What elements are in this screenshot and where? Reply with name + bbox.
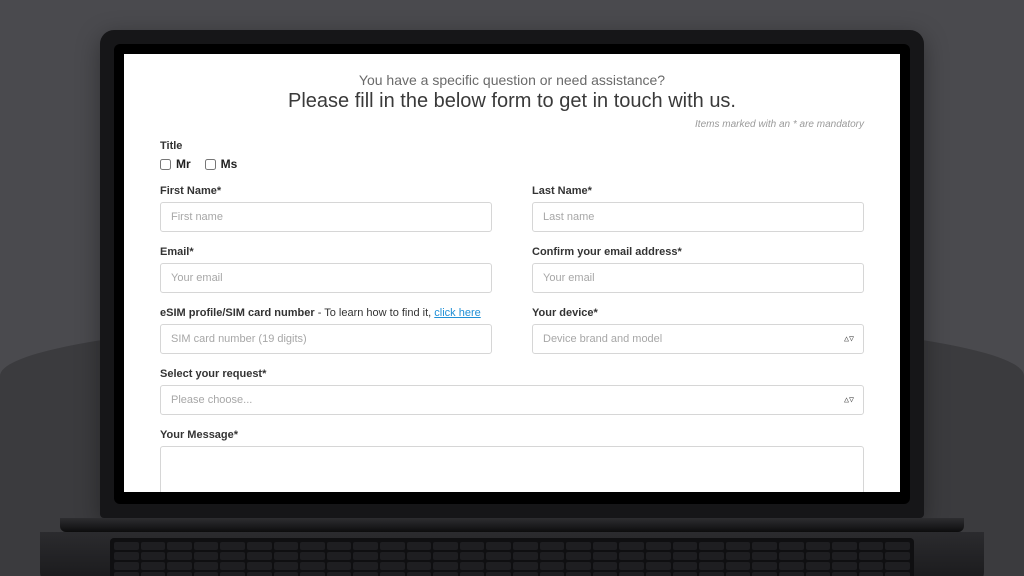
heading-title: Please fill in the below form to get in … — [160, 90, 864, 113]
laptop-base — [40, 532, 984, 576]
laptop-screen: You have a specific question or need ass… — [124, 54, 900, 492]
device-select[interactable]: Device brand and model — [532, 324, 864, 354]
sim-label-sep: - To learn how to find it, — [315, 307, 435, 319]
title-option-ms[interactable]: Ms — [205, 157, 238, 171]
row-name: First Name* Last Name* — [160, 185, 864, 232]
sim-help-link[interactable]: click here — [434, 307, 480, 319]
message-label: Your Message* — [160, 429, 864, 441]
mandatory-note: Items marked with an * are mandatory — [160, 119, 864, 130]
last-name-label: Last Name* — [532, 185, 864, 197]
title-checkbox-ms[interactable] — [205, 159, 216, 170]
row-sim-device: eSIM profile/SIM card number - To learn … — [160, 307, 864, 354]
heading-subtitle: You have a specific question or need ass… — [160, 72, 864, 88]
request-label: Select your request* — [160, 368, 864, 380]
title-section: Title Mr Ms — [160, 140, 864, 171]
confirm-email-input[interactable] — [532, 263, 864, 293]
laptop-lid: You have a specific question or need ass… — [100, 30, 924, 518]
device-label: Your device* — [532, 307, 864, 319]
laptop-keyboard — [110, 538, 914, 576]
title-radios: Mr Ms — [160, 157, 864, 171]
stage: You have a specific question or need ass… — [0, 0, 1024, 576]
email-label: Email* — [160, 246, 492, 258]
row-email: Email* Confirm your email address* — [160, 246, 864, 293]
laptop-bezel: You have a specific question or need ass… — [114, 44, 910, 504]
request-select[interactable]: Please choose... — [160, 385, 864, 415]
first-name-input[interactable] — [160, 202, 492, 232]
confirm-email-label: Confirm your email address* — [532, 246, 864, 258]
email-input[interactable] — [160, 263, 492, 293]
laptop-mockup: You have a specific question or need ass… — [100, 30, 924, 576]
sim-label-main: eSIM profile/SIM card number — [160, 307, 315, 319]
title-label: Title — [160, 140, 864, 152]
message-textarea[interactable] — [160, 446, 864, 492]
title-option-ms-text: Ms — [221, 157, 238, 171]
row-message: Your Message* — [160, 429, 864, 492]
sim-input[interactable] — [160, 324, 492, 354]
sim-label-wrap: eSIM profile/SIM card number - To learn … — [160, 307, 492, 319]
laptop-hinge — [60, 518, 964, 532]
first-name-label: First Name* — [160, 185, 492, 197]
title-option-mr-text: Mr — [176, 157, 191, 171]
title-checkbox-mr[interactable] — [160, 159, 171, 170]
contact-form: You have a specific question or need ass… — [124, 54, 900, 492]
title-option-mr[interactable]: Mr — [160, 157, 191, 171]
last-name-input[interactable] — [532, 202, 864, 232]
row-request: Select your request* Please choose... ▵▿ — [160, 368, 864, 415]
